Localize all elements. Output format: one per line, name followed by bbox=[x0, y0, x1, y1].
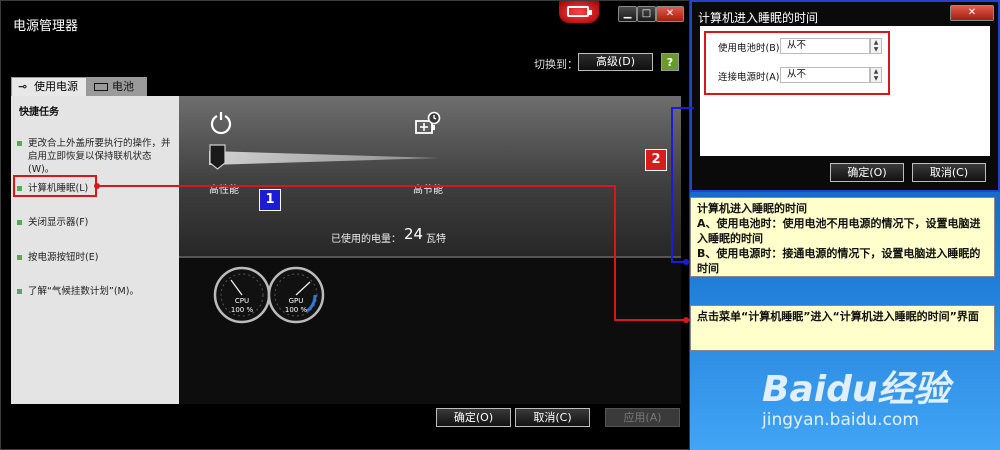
plug-icon: ⊸ bbox=[18, 80, 28, 93]
power-icon bbox=[210, 112, 232, 135]
used-power-value: 24 bbox=[404, 225, 424, 243]
advanced-button[interactable]: 高级(D) bbox=[578, 53, 653, 71]
step-badge-1: 1 bbox=[259, 189, 281, 211]
battery-icon bbox=[94, 83, 108, 91]
cpu-gauge-dial-icon bbox=[213, 266, 271, 324]
switch-to-label: 切换到： bbox=[534, 58, 578, 71]
battery-logo-icon bbox=[559, 1, 599, 23]
gpu-gauge-dial-icon bbox=[267, 266, 325, 324]
dialog-cancel-button[interactable]: 取消(C) bbox=[912, 163, 986, 182]
tab-use-power[interactable]: ⊸ 使用电源 bbox=[11, 77, 87, 96]
sleep-time-dialog: 计算机进入睡眠的时间 ✕ 使用电池时(B)： 从不 ▲ ▼ 连接电源时(A)： 从… bbox=[690, 0, 1000, 192]
close-button[interactable]: ✕ bbox=[656, 6, 684, 22]
note-line: A、使用电池时：使用电池不用电源的情况下，设置电脑进入睡眠的时间 bbox=[697, 217, 981, 245]
cancel-button[interactable]: 取消(C) bbox=[515, 408, 590, 427]
power-slider-area: 高性能 高节能 已使用的电量： 24 瓦特 bbox=[179, 96, 681, 256]
power-panel: 高性能 高节能 已使用的电量： 24 瓦特 CPU 100 % GPU 100 … bbox=[179, 96, 681, 404]
used-power-label: 已使用的电量： bbox=[331, 234, 401, 245]
baidu-watermark: Baidu经验 bbox=[762, 369, 950, 410]
dialog-title: 计算机进入睡眠的时间 bbox=[698, 11, 819, 25]
step-badge-2: 2 bbox=[645, 149, 667, 171]
computer-sleep-highlight bbox=[13, 175, 97, 197]
cpu-value: 100 % bbox=[230, 306, 254, 314]
baidu-watermark-url: jingyan.baidu.com bbox=[762, 410, 919, 430]
bullet-icon bbox=[17, 141, 22, 146]
power-slider-thumb[interactable] bbox=[209, 144, 226, 170]
high-performance-label: 高性能 bbox=[209, 185, 239, 196]
sidebar-item-learn-plan[interactable]: 了解“气候挂数计划”(M)。 bbox=[17, 285, 173, 298]
maximize-button[interactable]: □ bbox=[637, 6, 656, 22]
sidebar-item-power-button[interactable]: 按电源按钮时(E) bbox=[17, 251, 173, 264]
power-slider-track[interactable] bbox=[209, 151, 439, 165]
quick-tasks-sidebar: 快捷任务 更改合上外盖所要执行的操作，并启用立即恢复以保持联机状态(W)。 计算… bbox=[11, 96, 179, 404]
ok-button[interactable]: 确定(O) bbox=[436, 408, 511, 427]
sidebar-item-turn-off-display[interactable]: 关闭显示器(F) bbox=[17, 216, 173, 229]
tab-label: 电池 bbox=[112, 80, 134, 93]
used-power-unit: 瓦特 bbox=[426, 234, 446, 245]
sidebar-item-lid-action[interactable]: 更改合上外盖所要执行的操作，并启用立即恢复以保持联机状态(W)。 bbox=[17, 137, 173, 176]
power-manager-window: 电源管理器 ▁ □ ✕ 切换到： 高级(D) ? ⊸ 使用电源 电池 快捷任务 更… bbox=[0, 0, 690, 450]
tab-battery[interactable]: 电池 bbox=[87, 77, 147, 96]
power-saving-icon bbox=[415, 111, 441, 134]
gpu-gauge: GPU 100 % bbox=[267, 266, 325, 324]
bullet-icon bbox=[17, 220, 22, 225]
tab-label: 使用电源 bbox=[34, 80, 78, 93]
sidebar-title: 快捷任务 bbox=[19, 107, 59, 118]
note-line: B、使用电源时：接通电源的情况下，设置电脑进入睡眠的时间 bbox=[697, 247, 981, 275]
cpu-gauge: CPU 100 % bbox=[213, 266, 271, 324]
bullet-icon bbox=[17, 289, 22, 294]
high-saving-label: 高节能 bbox=[413, 185, 443, 196]
click-instruction-note: 点击菜单“计算机睡眠”进入“计算机进入睡眠的时间”界面 bbox=[690, 305, 995, 351]
dialog-close-button[interactable]: ✕ bbox=[950, 5, 994, 21]
sleep-fields-highlight bbox=[704, 31, 890, 95]
apply-button[interactable]: 应用(A) bbox=[605, 408, 680, 427]
gpu-label: GPU bbox=[288, 297, 304, 305]
dialog-ok-button[interactable]: 确定(O) bbox=[830, 163, 904, 182]
gpu-value: 100 % bbox=[284, 306, 308, 314]
window-title: 电源管理器 bbox=[13, 19, 79, 34]
minimize-button[interactable]: ▁ bbox=[618, 6, 637, 22]
bullet-icon bbox=[17, 255, 22, 260]
sleep-time-note: 计算机进入睡眠的时间 A、使用电池时：使用电池不用电源的情况下，设置电脑进入睡眠… bbox=[690, 197, 995, 277]
note-line: 计算机进入睡眠的时间 bbox=[697, 202, 807, 215]
cpu-label: CPU bbox=[234, 297, 250, 305]
help-icon[interactable]: ? bbox=[661, 53, 679, 71]
panel-divider bbox=[179, 256, 681, 258]
